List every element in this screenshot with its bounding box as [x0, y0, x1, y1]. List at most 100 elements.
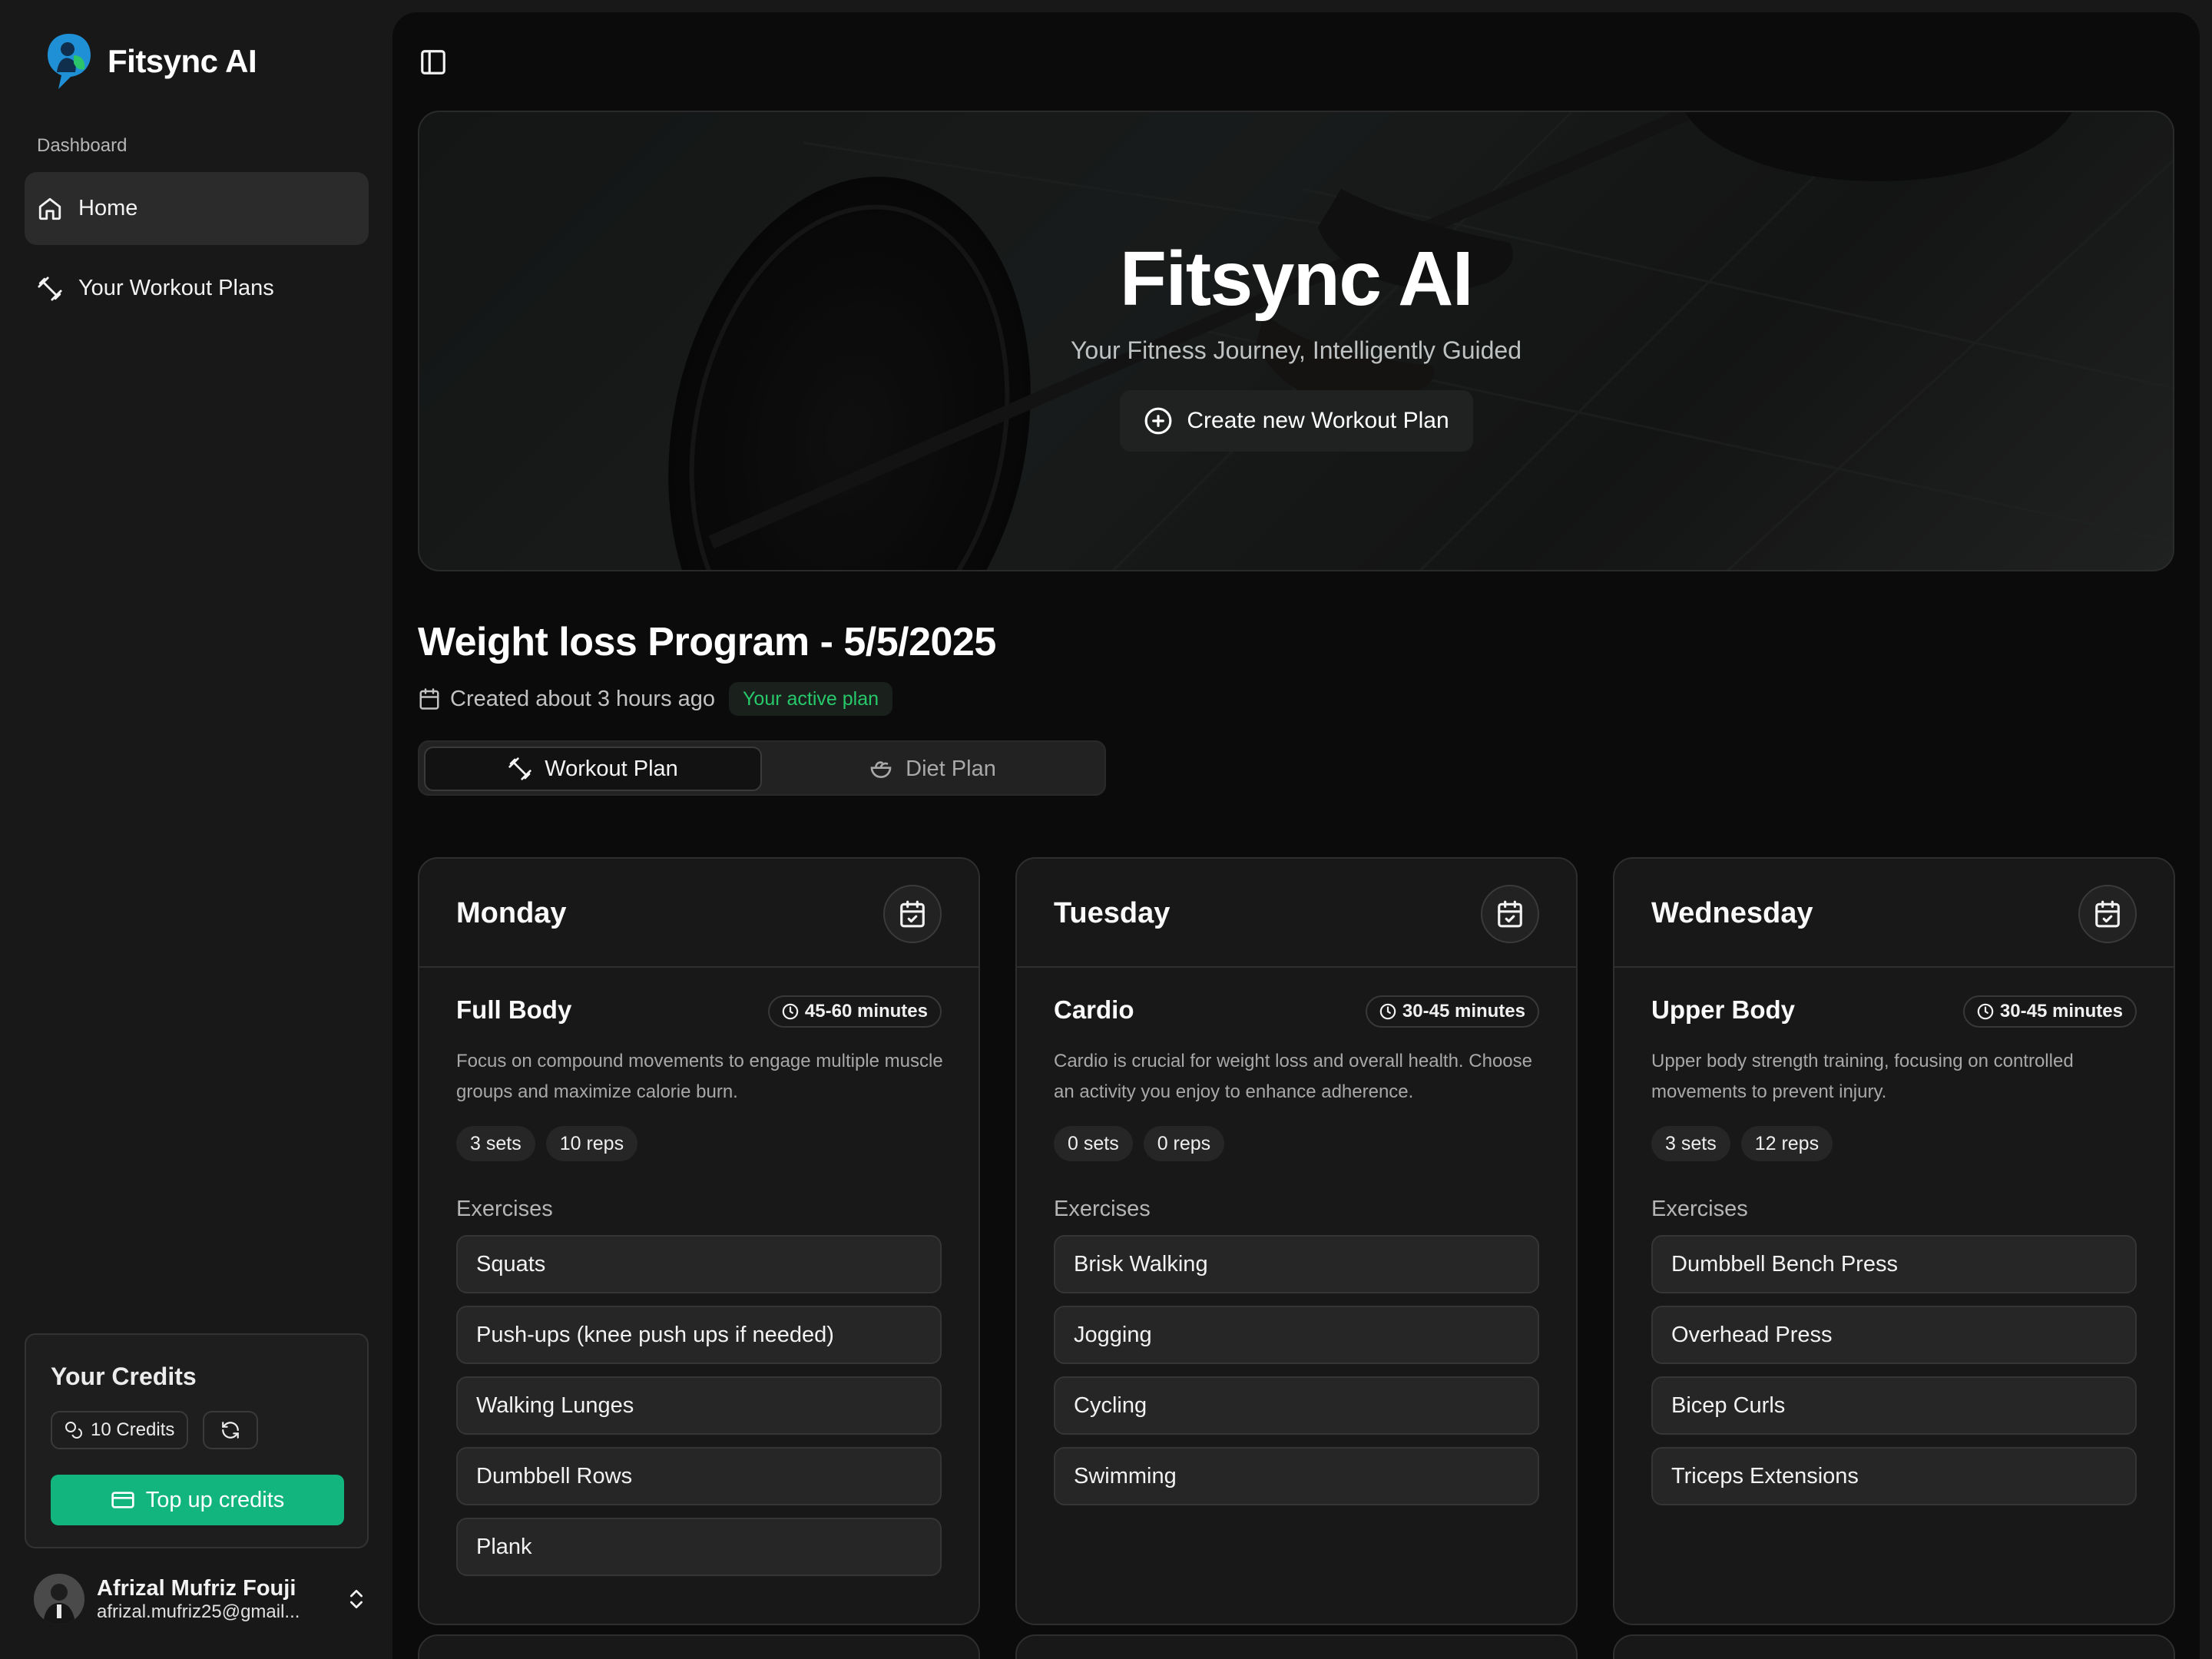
create-workout-plan-label: Create new Workout Plan: [1187, 408, 1449, 433]
created-timestamp: Created about 3 hours ago: [450, 686, 716, 711]
top-up-label: Top up credits: [145, 1487, 285, 1512]
status-badge: Your active plan: [729, 682, 893, 716]
workout-description: Focus on compound movements to engage mu…: [456, 1051, 943, 1102]
day-name: Tuesday: [1054, 897, 1171, 929]
schedule-button[interactable]: [2078, 885, 2137, 943]
top-up-credits-button[interactable]: Top up credits: [51, 1475, 344, 1525]
credits-badge: 10 Credits: [51, 1411, 189, 1449]
refresh-credits-button[interactable]: [203, 1411, 258, 1449]
dumbbell-icon: [38, 276, 62, 301]
user-email: afrizal.mufriz25@gmail...: [97, 1601, 300, 1622]
sidebar-item-label: Home: [78, 196, 138, 220]
exercise-item[interactable]: Push-ups (knee push ups if needed): [456, 1306, 942, 1364]
clock-icon: [1379, 1003, 1396, 1020]
day-card-partial: [418, 1634, 980, 1659]
calendar-icon: [419, 688, 439, 710]
exercises-heading: Exercises: [456, 1197, 553, 1221]
exercise-list: Squats Push-ups (knee push ups if needed…: [456, 1235, 942, 1576]
clock-icon: [1977, 1003, 1994, 1020]
calendar-check-icon: [1498, 900, 1522, 928]
exercise-list: Dumbbell Bench Press Overhead Press Bice…: [1651, 1235, 2137, 1505]
exercise-item[interactable]: Cycling: [1054, 1376, 1539, 1435]
chevrons-up-down-icon: [350, 1590, 363, 1608]
tab-workout-plan[interactable]: Workout Plan: [424, 747, 762, 791]
exercise-item[interactable]: Brisk Walking: [1054, 1235, 1539, 1293]
brand-name: Fitsync AI: [108, 43, 257, 79]
hero-title: Fitsync AI: [1119, 236, 1474, 322]
day-card-partial: [1015, 1634, 1578, 1659]
exercise-item[interactable]: Overhead Press: [1651, 1306, 2137, 1364]
workout-title: Cardio: [1054, 995, 1134, 1024]
coins-icon: [65, 1422, 82, 1439]
exercises-heading: Exercises: [1054, 1197, 1151, 1221]
duration-text: 45-60 minutes: [804, 1001, 928, 1022]
salad-icon: [870, 761, 892, 778]
day-name: Monday: [456, 897, 567, 929]
sidebar-item-workout-plans[interactable]: Your Workout Plans: [25, 252, 369, 325]
plan-tabs: Workout Plan Diet Plan: [418, 740, 1106, 796]
refresh-icon: [222, 1422, 239, 1439]
exercise-item[interactable]: Walking Lunges: [456, 1376, 942, 1435]
workout-description: Cardio is crucial for weight loss and ov…: [1054, 1051, 1532, 1102]
nav-section-heading: Dashboard: [37, 135, 127, 156]
exercise-list: Brisk Walking Jogging Cycling Swimming: [1054, 1235, 1539, 1505]
workout-description: Upper body strength training, focusing o…: [1651, 1051, 2074, 1102]
duration-text: 30-45 minutes: [1999, 1001, 2123, 1022]
day-name: Wednesday: [1651, 897, 1813, 929]
exercise-item[interactable]: Dumbbell Rows: [456, 1447, 942, 1505]
exercise-item[interactable]: Dumbbell Bench Press: [1651, 1235, 2137, 1293]
sidebar-item-label: Your Workout Plans: [78, 276, 274, 300]
sidebar-toggle-button[interactable]: [419, 48, 448, 77]
sidebar-item-home[interactable]: Home: [25, 172, 369, 245]
day-card-partial: [1613, 1634, 2175, 1659]
avatar: [34, 1574, 84, 1624]
day-card-wednesday: Wednesday Upper Body 30-45 minutes Upper…: [1613, 857, 2175, 1625]
hero-banner: Fitsync AI Your Fitness Journey, Intelli…: [418, 111, 2174, 571]
user-menu[interactable]: Afrizal Mufriz Fouji afrizal.mufriz25@gm…: [34, 1570, 369, 1628]
plan-meta: Created about 3 hours ago Your active pl…: [418, 682, 893, 716]
main-content: Fitsync AI Your Fitness Journey, Intelli…: [392, 12, 2200, 1659]
exercise-item[interactable]: Plank: [456, 1518, 942, 1576]
calendar-check-icon: [900, 900, 925, 928]
duration-badge: 30-45 minutes: [1365, 995, 1539, 1028]
reps-badge: 12 reps: [1740, 1126, 1833, 1161]
workout-title: Full Body: [456, 995, 572, 1024]
reps-badge: 0 reps: [1143, 1126, 1225, 1161]
sets-badge: 3 sets: [456, 1126, 535, 1161]
tab-diet-plan[interactable]: Diet Plan: [763, 747, 1101, 791]
exercise-item[interactable]: Jogging: [1054, 1306, 1539, 1364]
workout-title: Upper Body: [1651, 995, 1796, 1024]
exercise-item[interactable]: Bicep Curls: [1651, 1376, 2137, 1435]
exercise-item[interactable]: Swimming: [1054, 1447, 1539, 1505]
home-icon: [38, 197, 61, 220]
duration-text: 30-45 minutes: [1402, 1001, 1525, 1022]
calendar-check-icon: [2095, 900, 2120, 928]
clock-icon: [782, 1003, 799, 1020]
exercise-item[interactable]: Squats: [456, 1235, 942, 1293]
tab-label: Workout Plan: [545, 756, 678, 781]
day-card-tuesday: Tuesday Cardio 30-45 minutes Cardio is c…: [1015, 857, 1578, 1625]
hero-subtitle: Your Fitness Journey, Intelligently Guid…: [1071, 336, 1522, 364]
schedule-button[interactable]: [883, 885, 942, 943]
credits-count: 10 Credits: [91, 1419, 175, 1440]
tab-label: Diet Plan: [906, 756, 996, 781]
page-title: Weight loss Program - 5/5/2025: [418, 620, 996, 664]
sidebar: Fitsync AI Dashboard Home Your Workout P…: [0, 0, 392, 1659]
user-name: Afrizal Mufriz Fouji: [97, 1575, 296, 1601]
duration-badge: 45-60 minutes: [767, 995, 942, 1028]
reps-badge: 10 reps: [545, 1126, 638, 1161]
duration-badge: 30-45 minutes: [1962, 995, 2137, 1028]
plus-circle-icon: [1144, 407, 1172, 435]
exercises-heading: Exercises: [1651, 1197, 1748, 1221]
credits-card: Your Credits 10 Credits Top up credits: [25, 1333, 369, 1548]
sets-badge: 0 sets: [1054, 1126, 1133, 1161]
credits-title: Your Credits: [51, 1363, 197, 1390]
create-workout-plan-button[interactable]: Create new Workout Plan: [1120, 390, 1473, 452]
credit-card-icon: [111, 1492, 134, 1508]
schedule-button[interactable]: [1481, 885, 1539, 943]
brand[interactable]: Fitsync AI: [45, 32, 257, 91]
day-card-monday: Monday Full Body 45-60 minutes Focus on …: [418, 857, 980, 1625]
sets-badge: 3 sets: [1651, 1126, 1730, 1161]
exercise-item[interactable]: Triceps Extensions: [1651, 1447, 2137, 1505]
app-logo-icon: [48, 34, 91, 89]
